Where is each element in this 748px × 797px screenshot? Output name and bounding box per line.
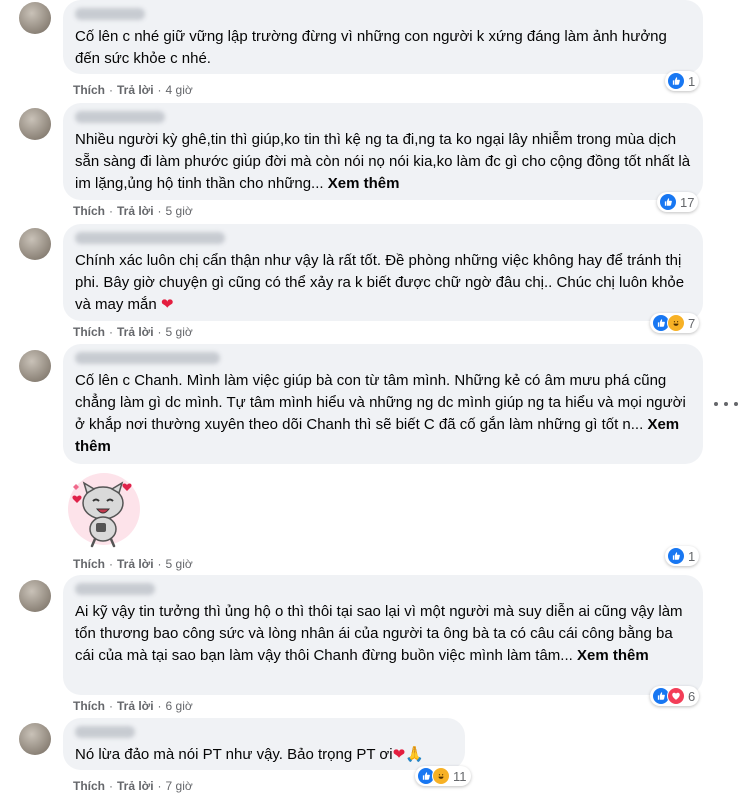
reaction-count: 1: [688, 73, 696, 89]
see-more-link[interactable]: Xem thêm: [577, 647, 649, 664]
like-icon: [667, 547, 685, 565]
reaction-summary[interactable]: 11: [415, 766, 471, 786]
reaction-count: 1: [688, 548, 696, 564]
commenter-name[interactable]: [75, 232, 225, 244]
reaction-summary[interactable]: 6: [650, 686, 700, 706]
reply-button[interactable]: Trả lời: [117, 557, 154, 571]
comment-actions: Thích · Trả lời · 4 giờ: [73, 83, 193, 97]
like-button[interactable]: Thích: [73, 699, 105, 713]
commenter-avatar[interactable]: [19, 108, 51, 140]
reaction-summary[interactable]: 1: [665, 546, 700, 566]
reaction-count: 17: [680, 194, 695, 210]
comment-time[interactable]: 5 giờ: [166, 557, 193, 571]
comment-body: Cố lên c Chanh. Mình làm việc giúp bà co…: [75, 372, 686, 433]
reaction-summary[interactable]: 1: [665, 71, 700, 91]
commenter-name[interactable]: [75, 352, 220, 364]
commenter-avatar[interactable]: [19, 228, 51, 260]
comment-bubble: Cố lên c nhé giữ vững lập trường đừng vì…: [63, 0, 703, 74]
like-icon: [659, 193, 677, 211]
red-heart-emoji: ❤: [392, 746, 406, 763]
comment-time[interactable]: 5 giờ: [166, 325, 193, 339]
commenter-name[interactable]: [75, 8, 145, 20]
reply-button[interactable]: Trả lời: [117, 325, 154, 339]
comment-actions: Thích · Trả lời · 5 giờ: [73, 325, 193, 339]
commenter-name[interactable]: [75, 583, 155, 595]
comment-text: Chính xác luôn chị cẩn thận như vậy là r…: [75, 250, 691, 316]
cat-sticker: [63, 467, 145, 549]
commenter-avatar[interactable]: [19, 580, 51, 612]
like-button[interactable]: Thích: [73, 83, 105, 97]
reaction-summary[interactable]: 17: [657, 192, 699, 212]
like-button[interactable]: Thích: [73, 325, 105, 339]
comment-text: Cố lên c Chanh. Mình làm việc giúp bà co…: [75, 370, 691, 458]
more-options-icon[interactable]: [714, 398, 738, 410]
comment-text: Nó lừa đảo mà nói PT như vậy. Bảo trọng …: [75, 744, 453, 766]
reply-button[interactable]: Trả lời: [117, 699, 154, 713]
comment-time[interactable]: 6 giờ: [166, 699, 193, 713]
comment-actions: Thích · Trả lời · 5 giờ: [73, 557, 193, 571]
praying-hands-emoji: 🙏: [405, 746, 424, 763]
commenter-name[interactable]: [75, 111, 165, 123]
reaction-count: 11: [453, 768, 467, 784]
like-icon: [667, 72, 685, 90]
like-button[interactable]: Thích: [73, 204, 105, 218]
like-button[interactable]: Thích: [73, 779, 105, 793]
comment-time[interactable]: 5 giờ: [166, 204, 193, 218]
comment-actions: Thích · Trả lời · 6 giờ: [73, 699, 193, 713]
comment-bubble: Nhiều người kỳ ghê,tin thì giúp,ko tin t…: [63, 103, 703, 200]
comment-time[interactable]: 7 giờ: [166, 779, 193, 793]
comment-body: Cố lên c nhé giữ vững lập trường đừng vì…: [75, 28, 667, 67]
comment-text: Cố lên c nhé giữ vững lập trường đừng vì…: [75, 26, 691, 70]
heart-icon: [667, 687, 685, 705]
comment-actions: Thích · Trả lời · 7 giờ: [73, 779, 193, 793]
reply-button[interactable]: Trả lời: [117, 779, 154, 793]
comment-time[interactable]: 4 giờ: [166, 83, 193, 97]
commenter-avatar[interactable]: [19, 2, 51, 34]
reply-button[interactable]: Trả lời: [117, 204, 154, 218]
reaction-summary[interactable]: 7: [650, 313, 700, 333]
comment-bubble: Nó lừa đảo mà nói PT như vậy. Bảo trọng …: [63, 718, 465, 770]
commenter-avatar[interactable]: [19, 350, 51, 382]
haha-icon: [432, 767, 450, 785]
commenter-avatar[interactable]: [19, 723, 51, 755]
see-more-link[interactable]: Xem thêm: [328, 175, 400, 192]
comment-bubble: Chính xác luôn chị cẩn thận như vậy là r…: [63, 224, 703, 321]
comment-text: Nhiều người kỳ ghê,tin thì giúp,ko tin t…: [75, 129, 691, 195]
comment-bubble: Cố lên c Chanh. Mình làm việc giúp bà co…: [63, 344, 703, 464]
commenter-name[interactable]: [75, 726, 135, 738]
haha-icon: [667, 314, 685, 332]
comment-body: Nó lừa đảo mà nói PT như vậy. Bảo trọng …: [75, 746, 393, 763]
red-heart-emoji: ❤: [160, 296, 174, 313]
like-button[interactable]: Thích: [73, 557, 105, 571]
comment-bubble: Ai kỹ vậy tin tưởng thì ủng hộ o thì thô…: [63, 575, 703, 695]
reaction-count: 6: [688, 688, 696, 704]
reaction-count: 7: [688, 315, 696, 331]
reply-button[interactable]: Trả lời: [117, 83, 154, 97]
comment-text: Ai kỹ vậy tin tưởng thì ủng hộ o thì thô…: [75, 601, 691, 667]
comment-actions: Thích · Trả lời · 5 giờ: [73, 204, 193, 218]
